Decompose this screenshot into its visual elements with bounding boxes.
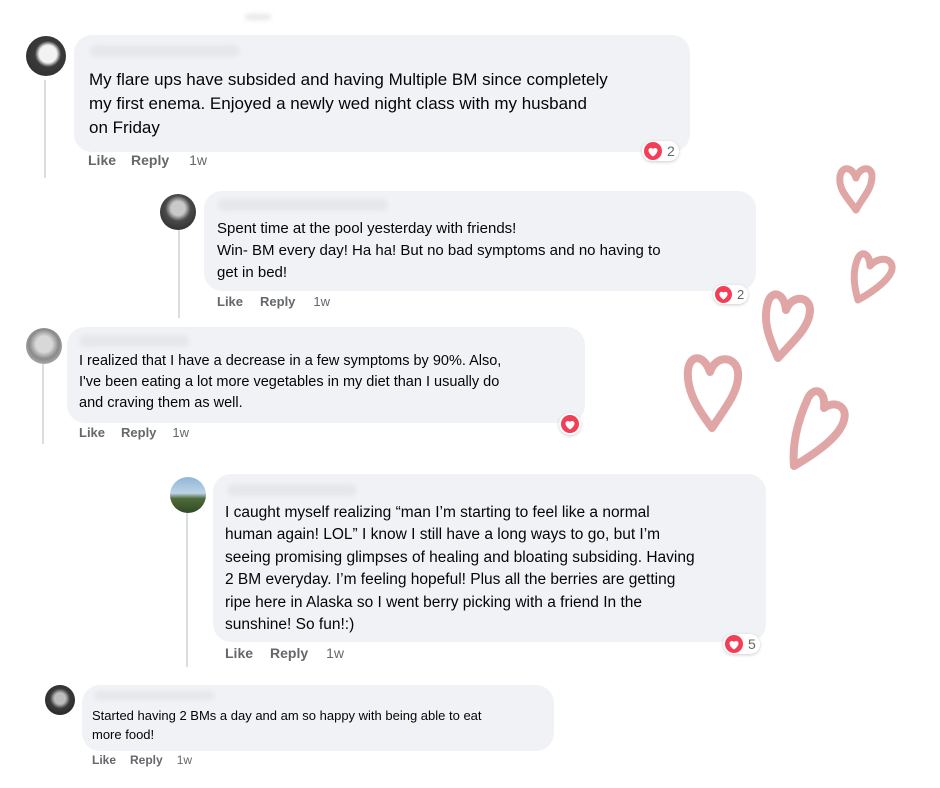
comment-timestamp[interactable]: 1w [172, 425, 189, 440]
reply-button[interactable]: Reply [131, 152, 169, 168]
thread-line [42, 364, 44, 444]
like-button[interactable]: Like [92, 753, 116, 767]
hand-drawn-heart-icon [836, 165, 876, 214]
reaction-badge[interactable]: 5 [723, 634, 760, 654]
reaction-count: 5 [748, 636, 756, 652]
heart-icon [561, 415, 579, 433]
comment-actions: Like Reply 1w [92, 753, 192, 767]
comment-bubble: I realized that I have a decrease in a f… [67, 327, 585, 423]
reaction-badge[interactable]: 2 [713, 285, 749, 304]
comment-actions: Like Reply 1w [88, 152, 207, 168]
comment-timestamp[interactable]: 1w [189, 152, 207, 168]
comment-bubble: My flare ups have subsided and having Mu… [74, 35, 690, 152]
commenter-name[interactable] [227, 484, 357, 496]
reaction-count: 2 [667, 143, 675, 159]
reaction-badge[interactable] [559, 413, 581, 435]
avatar[interactable] [45, 685, 75, 715]
comment-text: I caught myself realizing “man I’m start… [225, 504, 695, 634]
reaction-badge[interactable]: 2 [642, 141, 679, 161]
comment-text: Started having 2 BMs a day and am so hap… [92, 708, 482, 742]
reply-button[interactable]: Reply [121, 425, 156, 440]
like-button[interactable]: Like [79, 425, 105, 440]
avatar[interactable] [160, 194, 196, 230]
avatar[interactable] [170, 477, 206, 513]
hand-drawn-heart-icon [761, 290, 814, 362]
like-button[interactable]: Like [88, 152, 116, 168]
comment-text: My flare ups have subsided and having Mu… [89, 70, 608, 137]
avatar[interactable] [26, 328, 62, 364]
thread-line [186, 512, 188, 667]
comment-bubble: Spent time at the pool yesterday with fr… [204, 191, 756, 291]
commenter-name[interactable] [79, 335, 189, 347]
commenter-name[interactable] [94, 691, 214, 700]
reaction-count: 2 [737, 287, 745, 302]
hand-drawn-heart-icon [850, 250, 896, 304]
comment-text: I realized that I have a decrease in a f… [79, 353, 502, 411]
heart-icon [725, 635, 743, 653]
comment-timestamp[interactable]: 1w [177, 753, 192, 767]
comment-text: Spent time at the pool yesterday with fr… [217, 220, 661, 281]
comment-bubble: I caught myself realizing “man I’m start… [213, 474, 766, 642]
reply-button[interactable]: Reply [130, 753, 163, 767]
reply-button[interactable]: Reply [270, 645, 308, 661]
reply-button[interactable]: Reply [260, 294, 295, 309]
heart-icon [644, 142, 662, 160]
avatar[interactable] [26, 36, 66, 76]
comment-bubble: Started having 2 BMs a day and am so hap… [82, 685, 554, 751]
commenter-name[interactable] [218, 199, 388, 211]
comment-actions: Like Reply 1w [225, 645, 344, 661]
hand-drawn-heart-icon [683, 354, 743, 432]
blurred-text [245, 14, 271, 20]
comment-timestamp[interactable]: 1w [326, 645, 344, 661]
comment-actions: Like Reply 1w [217, 294, 330, 309]
thread-line [44, 80, 46, 178]
comment-timestamp[interactable]: 1w [313, 294, 330, 309]
commenter-name[interactable] [90, 45, 240, 57]
comment-actions: Like Reply 1w [79, 425, 189, 440]
thread-line [178, 228, 180, 318]
like-button[interactable]: Like [217, 294, 243, 309]
hand-drawn-heart-icon [789, 387, 849, 470]
heart-icon [715, 286, 732, 303]
like-button[interactable]: Like [225, 645, 253, 661]
